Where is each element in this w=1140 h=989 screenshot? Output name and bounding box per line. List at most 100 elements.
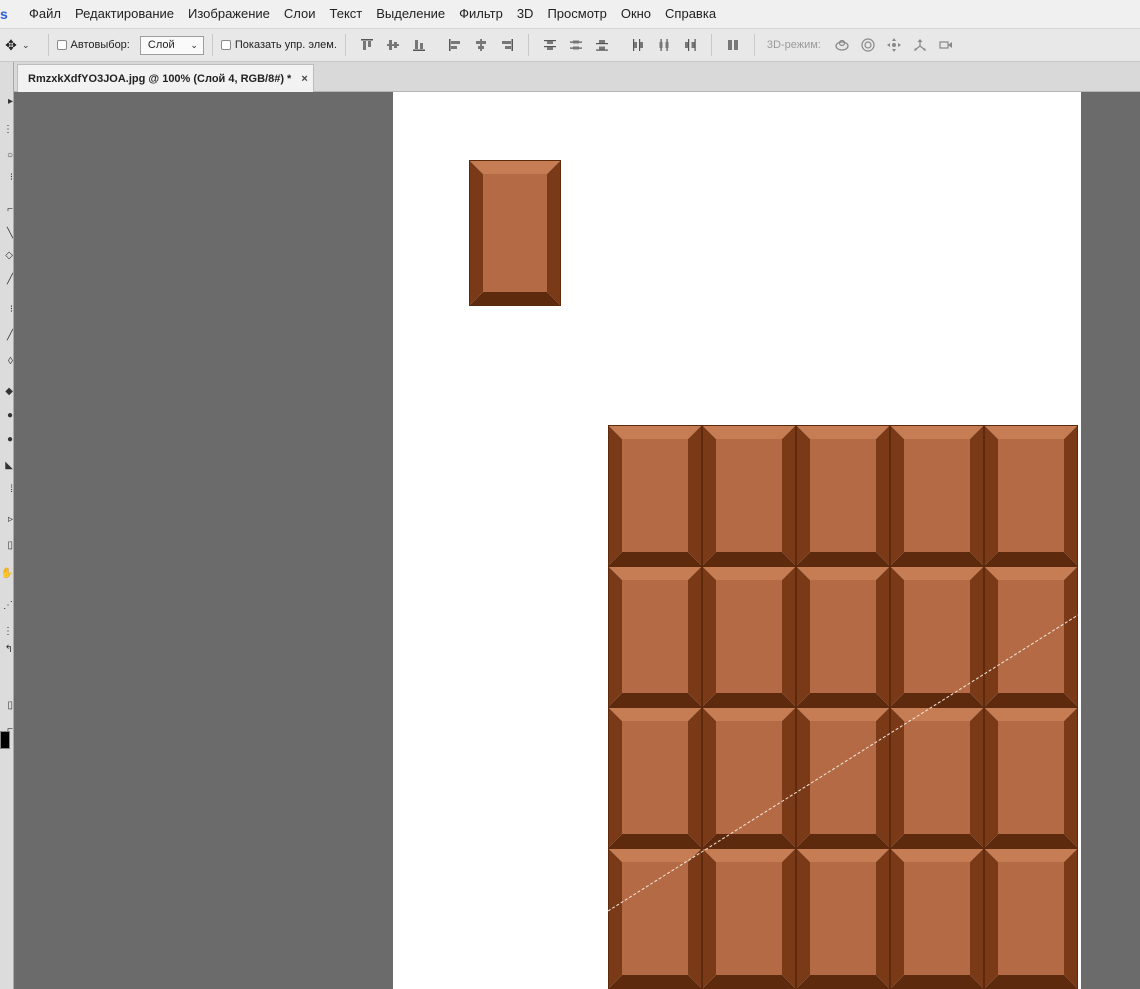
chocolate-bar-segment <box>702 566 796 707</box>
menu-file[interactable]: Файл <box>22 0 68 28</box>
chocolate-piece-cell <box>469 160 561 306</box>
marquee-tool-icon[interactable]: ⋮ <box>0 122 13 138</box>
divider <box>344 34 346 56</box>
healing-tool-icon[interactable]: ◇ <box>0 248 13 264</box>
autoselect-checkbox[interactable]: Автовыбор: <box>56 39 130 51</box>
zoom-tool-icon[interactable]: ⋰ <box>0 598 13 614</box>
brush-tool-icon[interactable]: ╱ <box>0 272 13 288</box>
document-tab-strip: RmzxkXdfYO3JOA.jpg @ 100% (Слой 4, RGB/8… <box>0 62 1140 92</box>
show-controls-label: Показать упр. элем. <box>234 39 337 51</box>
menu-select[interactable]: Выделение <box>369 0 452 28</box>
3d-mode-label: 3D-режим: <box>766 39 821 51</box>
chocolate-bar-segment <box>890 707 984 848</box>
stamp-tool-icon[interactable]: ⁝ <box>0 302 13 318</box>
align-horizontal-centers-icon[interactable] <box>470 34 492 56</box>
divider <box>710 34 712 56</box>
align-right-edges-icon[interactable] <box>496 34 518 56</box>
auto-align-layers-icon[interactable] <box>722 34 744 56</box>
chocolate-bar-segment <box>890 566 984 707</box>
menu-layers[interactable]: Слои <box>277 0 323 28</box>
screen-mode-icon[interactable]: ⌐ <box>0 722 13 738</box>
document-canvas[interactable] <box>393 92 1081 989</box>
menu-edit[interactable]: Редактирование <box>68 0 181 28</box>
move-tool-icon[interactable]: ✥ <box>0 37 22 54</box>
path-select-tool-icon[interactable]: ▹ <box>0 512 13 528</box>
crop-tool-icon[interactable]: ⌐ <box>0 202 13 218</box>
autoselect-checkbox-box[interactable] <box>56 40 67 50</box>
roll-3d-icon[interactable] <box>857 34 879 56</box>
chocolate-bar-segment <box>984 848 1078 989</box>
history-brush-tool-icon[interactable]: ╱ <box>0 328 13 344</box>
chocolate-bar-segment <box>796 707 890 848</box>
scale-3d-icon[interactable] <box>935 34 957 56</box>
app-logo: s <box>0 6 8 22</box>
autoselect-target-select[interactable]: Слой ⌄ <box>139 35 204 55</box>
chevron-down-icon: ⌄ <box>190 39 198 50</box>
align-vertical-centers-icon[interactable] <box>382 34 404 56</box>
chocolate-bar-segment <box>796 566 890 707</box>
chocolate-bar-segment <box>984 707 1078 848</box>
menu-filter[interactable]: Фильтр <box>452 0 510 28</box>
chocolate-bar-segment <box>608 848 702 989</box>
chocolate-bar-segment <box>984 566 1078 707</box>
menu-bar: s Файл Редактирование Изображение Слои Т… <box>0 0 1140 28</box>
quick-mask-icon[interactable]: ▯ <box>0 698 13 714</box>
autoselect-label: Автовыбор: <box>70 39 130 51</box>
eyedropper-tool-icon[interactable]: ╲ <box>0 226 13 242</box>
autoselect-target-value: Слой <box>147 39 175 51</box>
distribute-right-icon[interactable] <box>679 34 701 56</box>
pan-3d-icon[interactable] <box>883 34 905 56</box>
chocolate-bar-segment <box>890 425 984 566</box>
chocolate-bar[interactable] <box>608 425 1078 989</box>
menu-image[interactable]: Изображение <box>181 0 277 28</box>
dodge-tool-icon[interactable]: ● <box>0 432 13 448</box>
chocolate-bar-segment <box>608 707 702 848</box>
distribute-horizontal-centers-icon[interactable] <box>653 34 675 56</box>
divider <box>527 34 529 56</box>
show-transform-controls-checkbox[interactable]: Показать упр. элем. <box>220 39 337 51</box>
document-tab-title: RmzxkXdfYO3JOA.jpg @ 100% (Слой 4, RGB/8… <box>28 72 292 85</box>
edit-toolbar-icon[interactable]: ⋮ <box>0 624 13 640</box>
chocolate-bar-segment <box>984 425 1078 566</box>
quick-select-tool-icon[interactable]: ⁝ <box>0 170 13 186</box>
swap-colors-icon[interactable]: ↰ <box>0 642 13 658</box>
document-tab[interactable]: RmzxkXdfYO3JOA.jpg @ 100% (Слой 4, RGB/8… <box>17 64 314 92</box>
chocolate-bar-segment <box>796 425 890 566</box>
close-icon[interactable]: × <box>301 73 307 85</box>
pen-tool-icon[interactable]: ◣ <box>0 458 13 474</box>
chocolate-bar-segment <box>702 707 796 848</box>
distribute-left-icon[interactable] <box>627 34 649 56</box>
chocolate-bar-segment <box>702 425 796 566</box>
move-tool-icon[interactable]: ▸ <box>0 94 13 110</box>
chocolate-piece[interactable] <box>469 160 561 306</box>
divider <box>753 34 755 56</box>
menu-3d[interactable]: 3D <box>510 0 541 28</box>
align-left-edges-icon[interactable] <box>444 34 466 56</box>
shape-tool-icon[interactable]: ▯ <box>0 538 13 554</box>
gradient-tool-icon[interactable]: ◆ <box>0 384 13 400</box>
chocolate-bar-segment <box>890 848 984 989</box>
eraser-tool-icon[interactable]: ◊ <box>0 354 13 370</box>
menu-window[interactable]: Окно <box>614 0 658 28</box>
chocolate-bar-segment <box>702 848 796 989</box>
rotate-3d-icon[interactable] <box>831 34 853 56</box>
tool-preset-chevron-icon[interactable]: ⌄ <box>22 40 30 51</box>
menu-view[interactable]: Просмотр <box>540 0 613 28</box>
distribute-bottom-icon[interactable] <box>591 34 613 56</box>
tools-panel: ▸ ⋮ ○ ⁝ ⌐ ╲ ◇ ╱ ⁝ ╱ ◊ ◆ ● ● ◣ ⁞ ▹ ▯ ✋ ⋰ … <box>0 62 14 989</box>
chocolate-bar-segment <box>608 566 702 707</box>
align-bottom-edges-icon[interactable] <box>408 34 430 56</box>
lasso-tool-icon[interactable]: ○ <box>0 148 13 164</box>
hand-tool-icon[interactable]: ✋ <box>0 566 13 582</box>
slide-3d-icon[interactable] <box>909 34 931 56</box>
show-controls-checkbox-box[interactable] <box>220 40 231 50</box>
blur-tool-icon[interactable]: ● <box>0 408 13 424</box>
divider <box>47 34 49 56</box>
distribute-vertical-centers-icon[interactable] <box>565 34 587 56</box>
type-tool-icon[interactable]: ⁞ <box>0 482 13 498</box>
menu-type[interactable]: Текст <box>323 0 370 28</box>
align-top-edges-icon[interactable] <box>356 34 378 56</box>
options-bar: ✥ ⌄ Автовыбор: Слой ⌄ Показать упр. элем… <box>0 28 1140 62</box>
menu-help[interactable]: Справка <box>658 0 723 28</box>
distribute-top-icon[interactable] <box>539 34 561 56</box>
